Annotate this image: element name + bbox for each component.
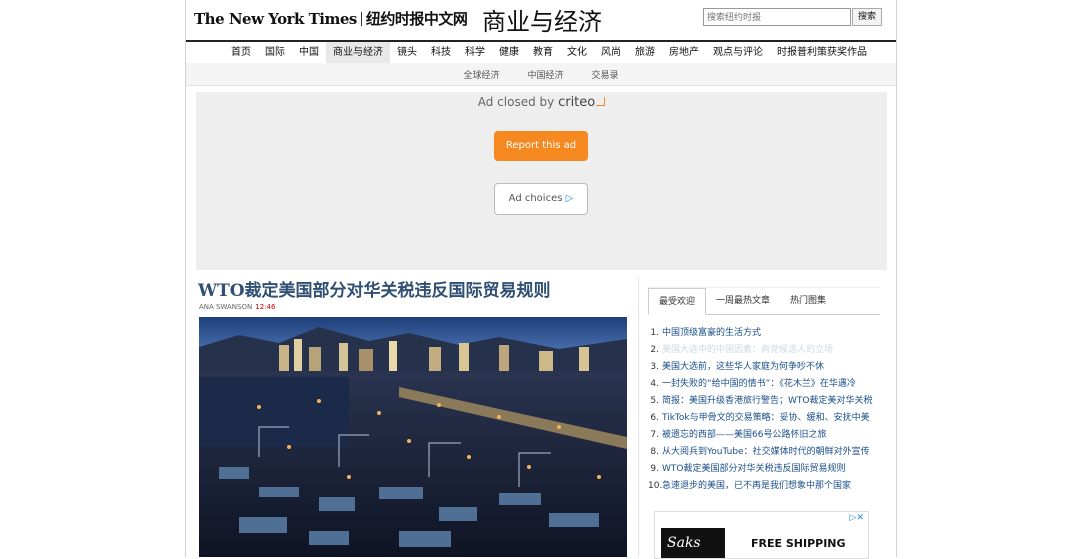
nav-item[interactable]: 观点与评论 [706,42,770,64]
nav-item[interactable]: 文化 [560,42,594,64]
list-item-number: 5. [650,396,659,406]
nav-item[interactable]: 镜头 [390,42,424,64]
list-item-link[interactable]: TikTok与甲骨文的交易策略：妥协、缓和、安抚中美 [662,413,870,423]
nav-item[interactable]: 中国 [292,42,326,64]
subnav-item[interactable]: 全球经济 [449,68,513,81]
nav-item[interactable]: 科学 [458,42,492,64]
nav-item[interactable]: 首页 [224,42,258,64]
list-item-link[interactable]: 从大阅兵到YouTube：社交媒体时代的朝鲜对外宣传 [662,447,870,457]
nav-item[interactable]: 房地产 [662,42,706,64]
list-item-number: 7. [650,430,659,440]
sidebar-tab[interactable]: 热门图集 [780,288,836,314]
sidebar-tab[interactable]: 最受欢迎 [648,288,707,315]
masthead: The New York Times 纽约时报中文网 商业与经济 搜索 [186,0,896,40]
sidebar-ad[interactable]: ▷✕ Saks FREE SHIPPING [654,511,869,559]
criteo-mark-icon [596,97,606,106]
logo-cn-text: 纽约时报中文网 [365,10,468,28]
list-item[interactable]: 1. 中国顶级富豪的生活方式 [648,325,883,342]
ad-choices-icon: ▷ [565,193,574,204]
list-item-number: 4. [650,379,659,389]
list-item[interactable]: 4. 一封失败的“给中国的情书”：《花木兰》在华遇冷 [648,376,883,393]
report-ad-button[interactable]: Report this ad [494,131,588,161]
ad-choices-close-icon[interactable]: ▷✕ [850,513,864,523]
sub-nav: 全球经济 中国经济 交易录 [186,63,896,86]
list-item[interactable]: 6. TikTok与甲骨文的交易策略：妥协、缓和、安抚中美 [648,410,883,427]
subnav-item[interactable]: 交易录 [578,68,633,81]
sidebar-tabs: 最受欢迎 一周最热文章 热门图集 [648,287,880,315]
logo-divider [360,12,362,26]
sidebar: 最受欢迎 一周最热文章 热门图集 1. 中国顶级富豪的生活方式 2. 美国大选中的中国因素… [638,277,883,559]
author-name[interactable]: ANA SWANSON [199,303,252,311]
list-item-number: 10. [648,481,663,491]
article-photo[interactable] [199,317,627,557]
list-item[interactable]: 5. 简报：美国升级香港旅行警告；WTO裁定美对华关税 [648,393,883,410]
ad-free-shipping-text: FREE SHIPPING [751,537,846,550]
list-item-number: 6. [650,413,659,423]
list-item[interactable]: 7. 被遗忘的西部——美国66号公路怀旧之旅 [648,427,883,444]
nav-item[interactable]: 旅游 [628,42,662,64]
sidebar-divider [638,277,639,557]
list-item[interactable]: 3. 美国大选前，这些华人家庭为何争吵不休 [648,359,883,376]
nav-item[interactable]: 时报普利策获奖作品 [770,42,874,64]
logo-text: The New York Times [194,10,357,28]
article-byline: ANA SWANSON 12:46 [199,303,275,311]
saks-logo: Saks [661,528,725,558]
list-item-link[interactable]: 美国大选前，这些华人家庭为何争吵不休 [662,362,824,372]
list-item-number: 8. [650,447,659,457]
nav-item[interactable]: 风尚 [594,42,628,64]
page-container: The New York Times纽约时报中文网 商业与经济 搜索 首页国际中… [185,0,897,559]
publish-time: 12:46 [255,303,276,311]
main-nav: 首页 国际 中国 商业与经济 镜头 科技 科学 健康 教育 文化 风尚 旅游 房地产 观点与评论 时报普利策… [186,40,896,65]
list-item[interactable]: 2. 美国大选中的中国因素：两党候选人的立场 [648,342,883,359]
list-item[interactable]: 9. WTO裁定美国部分对华关税违反国际贸易规则 [648,461,883,478]
nav-item[interactable]: 科技 [424,42,458,64]
section-title: 商业与经济 [482,8,602,36]
harbor-night-photo [199,317,627,557]
nav-item[interactable]: 国际 [258,42,292,64]
nav-item[interactable]: 健康 [492,42,526,64]
most-popular-list: 1. 中国顶级富豪的生活方式 2. 美国大选中的中国因素：两党候选人的立场 3. 美国大选… [648,325,883,495]
ad-choices-label: Ad choices [508,193,563,204]
list-item-number: 1. [650,328,659,338]
ad-choices-button[interactable]: Ad choices ▷ [494,183,588,215]
ad-closed-notice: Ad closed by criteo [196,95,887,110]
subnav-item[interactable]: 中国经济 [513,68,577,81]
ad-banner: Ad closed by criteo Report this ad Ad ch… [196,92,887,270]
nyt-logo[interactable]: The New York Times 纽约时报中文网 [194,8,468,29]
list-item-link[interactable]: 被遗忘的西部——美国66号公路怀旧之旅 [662,430,826,440]
nav-item[interactable]: 商业与经济 [326,42,390,64]
sub-nav-list: 全球经济 中国经济 交易录 [186,63,896,85]
list-item-number: 9. [650,464,659,474]
list-item-link[interactable]: WTO裁定美国部分对华关税违反国际贸易规则 [662,464,845,474]
list-item-number: 3. [650,362,659,372]
list-item-number: 2. [650,345,659,355]
article-headline[interactable]: WTO裁定美国部分对华关税违反国际贸易规则 [198,276,628,301]
main-nav-list: 首页 国际 中国 商业与经济 镜头 科技 科学 健康 教育 文化 风尚 旅游 房地产 观点与评论 时报普利策… [186,42,896,64]
nav-item[interactable]: 教育 [526,42,560,64]
list-item-link[interactable]: 一封失败的“给中国的情书”：《花木兰》在华遇冷 [662,379,856,389]
search-button[interactable]: 搜索 [852,8,883,26]
ad-closed-text: Ad closed by [477,95,555,109]
list-item-link[interactable]: 美国大选中的中国因素：两党候选人的立场 [662,345,833,355]
list-item[interactable]: 8. 从大阅兵到YouTube：社交媒体时代的朝鲜对外宣传 [648,444,883,461]
list-item-link[interactable]: 急速退步的美国，已不再是我们想象中那个国家 [662,481,851,491]
list-item-link[interactable]: 中国顶级富豪的生活方式 [662,328,761,338]
search-input[interactable] [703,8,851,26]
sidebar-tab[interactable]: 一周最热文章 [706,288,780,314]
criteo-logo: criteo [558,95,596,110]
list-item-link[interactable]: 简报：美国升级香港旅行警告；WTO裁定美对华关税 [662,396,872,406]
list-item[interactable]: 10.急速退步的美国，已不再是我们想象中那个国家 [648,478,883,495]
